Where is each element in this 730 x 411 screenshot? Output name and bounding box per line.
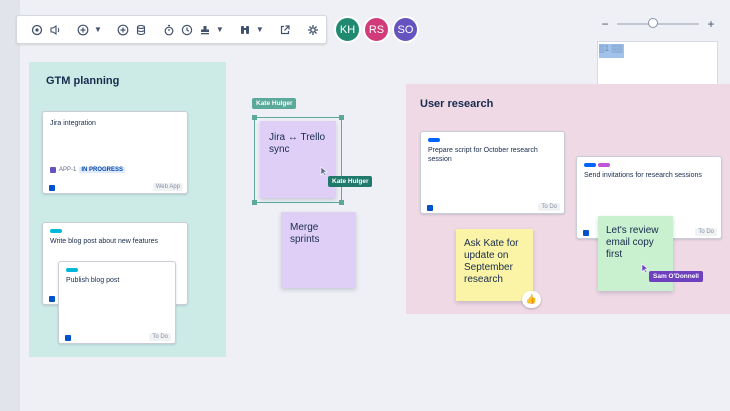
tb-group-settings [299,16,327,43]
stamp-icon[interactable] [198,23,212,37]
trello-icon [65,335,71,341]
label-pill [598,163,610,167]
tb-group-export [271,16,299,43]
issue-key: APP-1 [59,167,77,173]
card-tag: To Do [538,203,560,211]
sticky-text: Jira ↔ Trello sync [269,132,326,155]
cursor-label-kate-hulger: Kate Hulger [328,176,373,187]
avatar-initials: SO [397,23,414,36]
thumbs-up-icon: 👍 [525,294,538,304]
card-title: Send invitations for research sessions [584,172,702,179]
section-title: GTM planning [46,75,120,87]
selection-handle[interactable] [339,200,344,205]
audio-icon[interactable] [48,23,62,37]
avatar-so[interactable]: SO [392,16,419,43]
jira-icon [49,185,55,191]
chevron-down-icon[interactable]: ▼ [94,25,102,34]
selection-handle[interactable] [339,115,344,120]
card-title: Write blog post about new features [50,238,159,245]
clock-icon[interactable] [180,23,194,37]
card-title: Jira integration [50,120,96,127]
card-publish-blog-post[interactable]: Publish blog post To Do [58,261,176,344]
cursor-arrow-icon [641,263,649,274]
tb-group-tools [109,16,155,43]
toolbar: ▼ ▼ ▼ [16,15,327,44]
tb-group-time: ▼ [155,16,231,43]
chevron-down-icon[interactable]: ▼ [216,25,224,34]
minimap-label: ▒1 ▒▒ [599,44,623,53]
zoom-out-button[interactable]: − [599,17,611,31]
sticky-merge-sprints[interactable]: Merge sprints [281,212,356,288]
avatar-rs[interactable]: RS [363,16,390,43]
zoom-control: − + [599,15,717,33]
trello-icon [583,230,589,236]
label-pill [66,268,78,272]
card-title: Publish blog post [66,277,120,284]
card-prepare-script[interactable]: Prepare script for October research sess… [420,131,565,214]
sticky-ask-kate[interactable]: Ask Kate for update on September researc… [456,229,533,301]
avatar-initials: KH [339,23,356,36]
sticky-jira-trello-sync[interactable]: Jira ↔ Trello sync [260,121,336,198]
card-title: Prepare script for October research sess… [428,147,538,163]
selection-handle[interactable] [252,115,257,120]
cursor-label-sam-odonnell: Sam O'Donnell [649,271,703,282]
timer-icon[interactable] [162,23,176,37]
tb-group-pointer [23,16,69,43]
avatar-initials: RS [368,23,385,36]
reaction-thumbs-up[interactable]: 👍 [522,291,541,308]
pointer-icon[interactable] [30,23,44,37]
export-icon[interactable] [278,23,292,37]
trello-icon [49,296,55,302]
sticky-text: Merge sprints [290,222,320,245]
card-jira-integration[interactable]: Jira integration APP-1 IN PROGRESS Web A… [42,111,188,194]
database-icon[interactable] [134,23,148,37]
tb-group-view: ▼ [231,16,271,43]
epic-icon [50,167,56,173]
label-pill [428,138,440,142]
add-circle-icon[interactable] [116,23,130,37]
sticky-text: Let's review email copy first [606,225,659,260]
zoom-slider[interactable] [617,18,699,28]
section-title: User research [420,98,494,110]
gear-icon[interactable] [306,23,320,37]
label-pill [584,163,596,167]
cursor-arrow-icon [320,166,328,177]
sticky-text: Ask Kate for update on September researc… [464,238,519,285]
selection-handle[interactable] [252,200,257,205]
minimap-viewport[interactable]: ▒1 ▒▒ [599,44,624,58]
left-rail [0,0,20,411]
avatar-kh[interactable]: KH [334,16,361,43]
status-badge: IN PROGRESS [79,167,126,173]
card-issue-row: APP-1 IN PROGRESS [50,167,126,173]
add-icon[interactable] [76,23,90,37]
chevron-down-icon[interactable]: ▼ [256,25,264,34]
card-tag: To Do [695,228,717,236]
card-tag: Web App [152,183,183,191]
zoom-in-button[interactable]: + [705,17,717,31]
label-pill [50,229,62,233]
trello-icon [427,205,433,211]
binoculars-icon[interactable] [238,23,252,37]
cursor-label-kate-hulger: Kate Hulger [252,98,297,109]
card-tag: To Do [149,333,171,341]
zoom-slider-thumb[interactable] [648,18,659,28]
tb-group-add: ▼ [69,16,109,43]
